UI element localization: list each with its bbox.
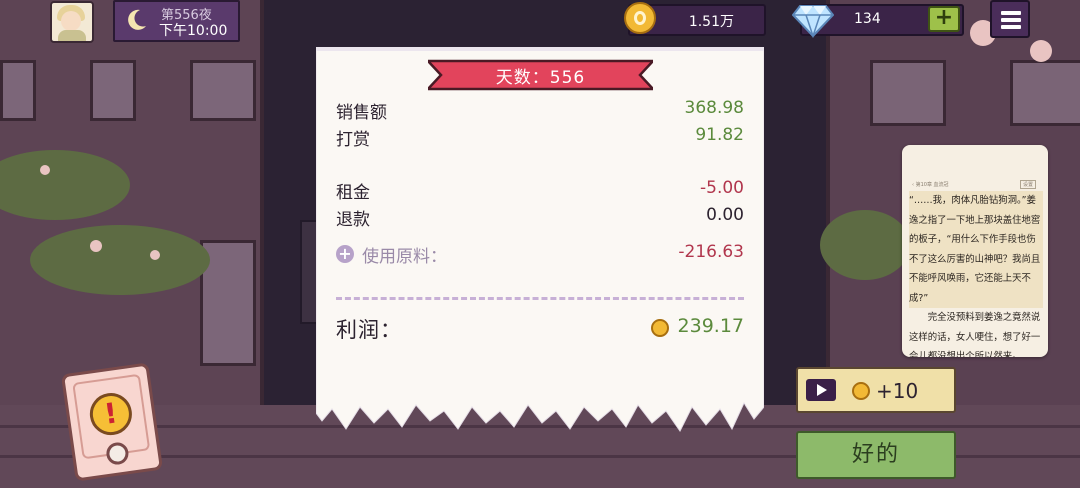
novel-paragraph: 完全没预料到姜逸之竟然说这样的话，女人哽住，想了好一会儿都没想出个所以然来。	[909, 312, 1041, 357]
player-avatar[interactable]	[50, 1, 94, 43]
watch-video-reward-button[interactable]: +10	[796, 367, 956, 413]
menu-icon-bar	[1001, 25, 1021, 29]
rent-label: 租金	[336, 183, 370, 203]
flower	[1030, 40, 1052, 62]
flower	[150, 250, 160, 260]
add-gems-button[interactable]: +	[928, 6, 960, 32]
profit-label: 利润：	[336, 318, 402, 342]
novel-settings-label[interactable]: 设置	[1019, 180, 1036, 189]
avatar-face	[61, 11, 81, 31]
diamond-icon	[792, 5, 834, 38]
day-time-panel: 第556夜 下午10:00	[113, 0, 240, 42]
ok-button[interactable]: 好的	[796, 431, 956, 479]
novel-reader-card[interactable]: ‹ 第10章 血流冠 设置 “……我，肉体凡胎钻狗洞。”姜逸之指了一下地上那块盖…	[902, 145, 1048, 357]
left-building	[0, 0, 264, 420]
expand-ingredients-icon[interactable]: +	[336, 245, 354, 263]
tree-foliage	[820, 210, 910, 280]
video-reward-amount: +10	[876, 379, 919, 403]
moon-icon	[128, 9, 146, 30]
profit-value: 239.17	[677, 315, 744, 337]
novel-text: “……我，肉体凡胎钻狗洞。”姜逸之指了一下地上那块盖住地窖的板子，“用什么下作手…	[909, 191, 1043, 357]
building-window	[1010, 60, 1080, 126]
time-label: 下午10:00	[159, 23, 228, 39]
daily-receipt: 天数：556 销售额 368.98 打赏 91.82 租金 -5.00 退款 0…	[316, 47, 764, 437]
ingredients-label[interactable]: 使用原料：	[362, 242, 447, 267]
play-video-icon	[806, 379, 836, 401]
building-window	[870, 60, 946, 126]
novel-paragraph: “……我，肉体凡胎钻狗洞。”姜逸之指了一下地上那块盖住地窖的板子，“用什么下作手…	[909, 191, 1043, 308]
coin-icon	[624, 2, 656, 34]
coin-icon	[852, 382, 870, 400]
novel-chapter-header: ‹ 第10章 血流冠	[912, 182, 949, 188]
day-banner-text: 天数：556	[495, 68, 586, 88]
refund-label: 退款	[336, 210, 370, 230]
coin-amount: 1.51万	[688, 14, 734, 30]
avatar-body	[58, 30, 86, 41]
gem-amount: 134	[854, 11, 881, 27]
coin-icon	[651, 319, 669, 337]
refund-value: 0.00	[706, 205, 744, 225]
building-window	[90, 60, 136, 121]
tree-foliage	[0, 150, 130, 220]
tips-value: 91.82	[695, 125, 744, 145]
gem-balance: 134 +	[792, 4, 964, 38]
tips-label: 打赏	[336, 130, 370, 150]
flower	[90, 240, 102, 252]
rent-value: -5.00	[700, 178, 744, 198]
sales-label: 销售额	[336, 103, 387, 123]
sales-value: 368.98	[684, 98, 744, 118]
flower	[40, 165, 50, 175]
menu-icon-bar	[1001, 18, 1021, 22]
receipt-divider	[336, 297, 744, 300]
building-window	[190, 60, 256, 121]
menu-icon-bar	[1001, 11, 1021, 15]
alert-card[interactable]: !	[60, 362, 164, 482]
coin-balance: 1.51万	[624, 2, 766, 36]
ingredients-value: -216.63	[678, 242, 744, 262]
building-window	[0, 60, 36, 121]
menu-button[interactable]	[990, 0, 1030, 38]
tree-foliage	[30, 225, 210, 295]
